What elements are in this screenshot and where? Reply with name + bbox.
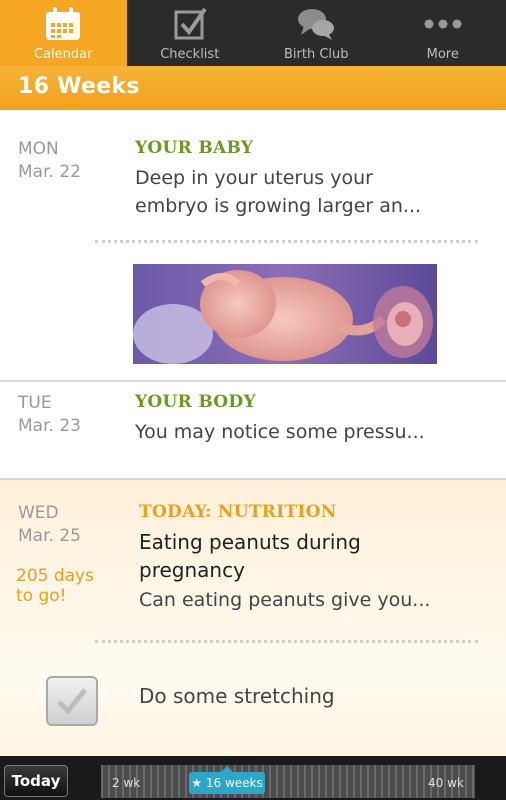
day-label: TUE (18, 393, 52, 413)
day-label: WED (18, 503, 59, 523)
tab-calendar[interactable]: Calendar (0, 0, 127, 66)
chat-bubbles-icon (296, 5, 336, 43)
more-dots-icon (423, 5, 463, 43)
dotted-divider (95, 640, 478, 643)
section-divider (0, 380, 506, 382)
embryo-image[interactable] (133, 264, 437, 364)
date-label: Mar. 23 (18, 416, 81, 436)
days-left-label: 205 days to go! (16, 566, 94, 606)
entry-date: MON Mar. 22 (18, 138, 81, 184)
checklist-icon (170, 5, 210, 43)
tab-checklist[interactable]: Checklist (127, 0, 254, 66)
tab-checklist-label: Checklist (160, 47, 220, 62)
day-label: MON (18, 139, 59, 159)
date-label: Mar. 22 (18, 162, 81, 182)
entry-text: Deep in your uterus your embryo is growi… (135, 167, 422, 217)
entry-date: WED Mar. 25 (18, 502, 81, 548)
task-checkbox[interactable] (46, 676, 98, 726)
entry-content: TODAY: NUTRITION Eating peanuts during p… (139, 502, 486, 614)
entry-headline: Eating peanuts during pregnancy (139, 530, 361, 582)
tab-birth-club[interactable]: Birth Club (253, 0, 380, 66)
category-label: TODAY: NUTRITION (139, 502, 337, 522)
tab-more[interactable]: More (380, 0, 506, 66)
top-tab-bar: Calendar Checklist Birth Club More (0, 0, 506, 66)
week-header: 16 Weeks (0, 66, 506, 110)
calendar-icon (43, 5, 83, 43)
entry-content: YOUR BABY Deep in your uterus your embry… (135, 138, 486, 220)
entry-text: You may notice some pressu... (135, 421, 425, 443)
tab-more-label: More (426, 47, 459, 62)
section-divider (0, 478, 506, 480)
dotted-divider (95, 240, 478, 243)
task-label[interactable]: Do some stretching (139, 684, 335, 708)
category-label: YOUR BABY (135, 138, 254, 158)
today-button[interactable]: Today (4, 765, 68, 797)
timeline-start-label: 2 wk (112, 776, 141, 790)
entry-date: TUE Mar. 23 (18, 392, 81, 438)
week-timeline-slider[interactable] (101, 765, 475, 798)
category-label: YOUR BODY (135, 392, 256, 412)
checkmark-icon (57, 688, 87, 715)
current-week-marker[interactable]: ★ 16 weeks (189, 772, 265, 794)
tab-birth-club-label: Birth Club (283, 47, 349, 62)
entry-text: Can eating peanuts give you... (139, 589, 431, 611)
timeline-end-label: 40 wk (428, 776, 464, 790)
entry-content: YOUR BODY You may notice some pressu... (135, 392, 486, 446)
tab-calendar-label: Calendar (34, 47, 93, 62)
date-label: Mar. 25 (18, 526, 81, 546)
